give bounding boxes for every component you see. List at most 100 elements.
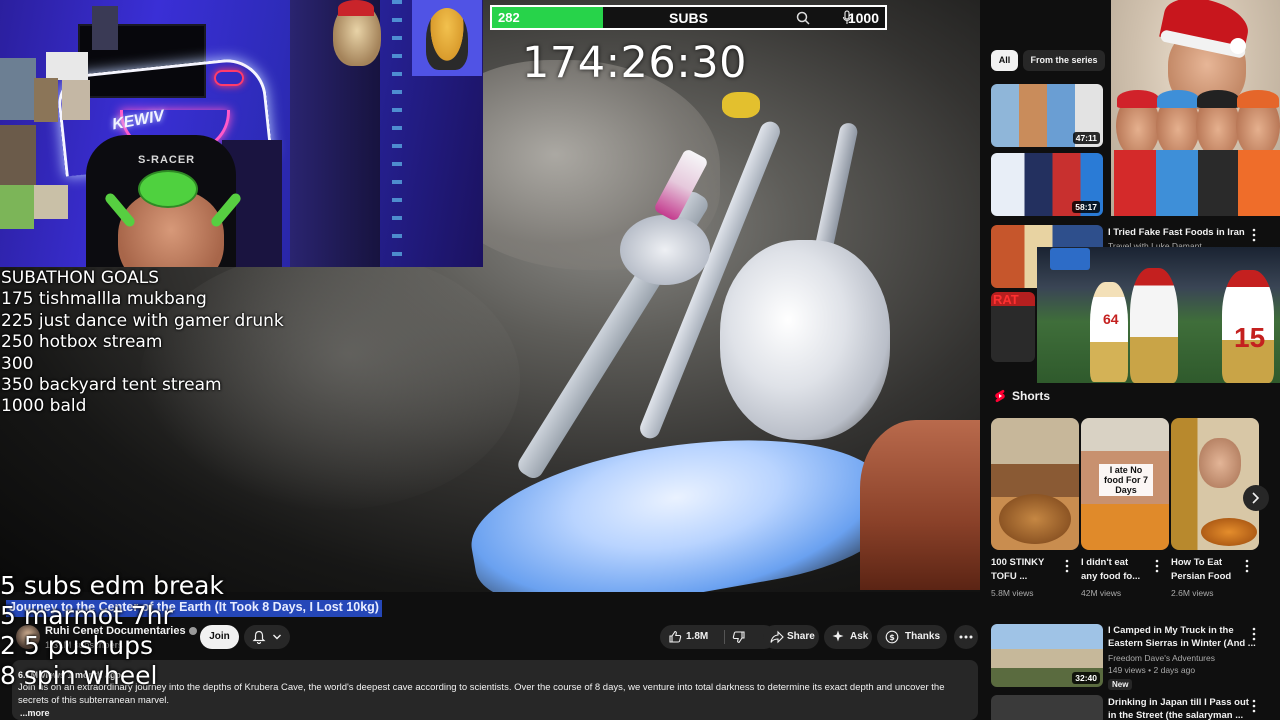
search-icon: [796, 11, 810, 25]
frog-hat: [140, 172, 196, 206]
collage-photo: [62, 80, 90, 120]
thanks-label: Thanks: [905, 631, 941, 642]
share-label: Share: [787, 631, 815, 642]
short-thumbnail[interactable]: [991, 418, 1079, 550]
collage-photo: [0, 125, 36, 185]
sparkle-icon: [832, 630, 844, 642]
video-thumbnail[interactable]: 32:40: [991, 624, 1103, 687]
player: [1090, 282, 1128, 382]
sub-reward-item: 2 5 pushups: [0, 631, 154, 660]
like-icon[interactable]: [668, 630, 682, 644]
more-vert-icon[interactable]: [1065, 559, 1069, 573]
goals-title: SUBATHON GOALS: [1, 268, 160, 288]
short-title[interactable]: I didn't eat: [1081, 557, 1128, 569]
kid-cap: [1237, 90, 1279, 108]
more-vert-icon[interactable]: [1252, 228, 1256, 242]
rec-channel[interactable]: Freedom Dave's Adventures: [1108, 653, 1215, 663]
chevron-right-icon: [1252, 492, 1260, 504]
video-thumbnail[interactable]: 47:11: [991, 84, 1103, 147]
dislike-icon[interactable]: [732, 630, 746, 644]
sub-goal-bar: 282 SUBS 1000: [490, 5, 887, 30]
broadcast-logo: [1050, 248, 1090, 270]
collage-photo: [34, 78, 58, 122]
divider: [724, 630, 725, 644]
short-title[interactable]: 100 STINKY: [991, 557, 1044, 569]
short-title[interactable]: How To Eat: [1171, 557, 1222, 569]
sub-reward-item: 5 subs edm break: [0, 571, 224, 600]
rec-title[interactable]: in the Street (the salaryman ...: [1108, 710, 1243, 720]
collage-photo: [92, 6, 118, 50]
collage-photo: [0, 185, 34, 229]
goal-item: 350 backyard tent stream: [1, 375, 222, 396]
more-vert-icon[interactable]: [1252, 699, 1256, 713]
new-badge: New: [1108, 679, 1133, 690]
rec-title[interactable]: I Camped in My Truck in the: [1108, 625, 1234, 637]
short-thumbnail[interactable]: [1171, 418, 1259, 550]
video-thumbnail[interactable]: RAT: [991, 292, 1035, 362]
sub-reward-item: 8 spin wheel: [0, 661, 158, 690]
short-views: 5.8M views: [991, 588, 1034, 598]
arm: [860, 420, 980, 590]
kid-cap: [1117, 90, 1159, 108]
more-icon: [959, 635, 973, 639]
goal-item: 250 hotbox stream: [1, 332, 163, 353]
chevron-down-icon: [273, 634, 281, 640]
svg-text:$: $: [889, 633, 895, 642]
neon-cloud: [214, 70, 244, 86]
chair-brand: S-RACER: [138, 154, 196, 166]
short-views: 42M views: [1081, 588, 1122, 598]
face: [1199, 438, 1241, 488]
duck-emote: [426, 8, 468, 70]
chip-from-the-series[interactable]: From the series: [1023, 50, 1105, 71]
more-vert-icon[interactable]: [1155, 559, 1159, 573]
rec-title[interactable]: I Tried Fake Fast Foods in Iran: [1108, 227, 1245, 239]
collage-photo: [34, 185, 68, 219]
video-thumbnail[interactable]: [991, 695, 1103, 720]
more-link[interactable]: ...more: [20, 708, 50, 718]
goal-item: 175 tishmallla mukbang: [1, 289, 207, 310]
jersey: [1156, 150, 1202, 216]
subscribed-bell-button[interactable]: [244, 625, 290, 649]
rec-title[interactable]: Eastern Sierras in Winter (And ...: [1108, 638, 1256, 650]
goal-item: 1000 bald: [1, 396, 87, 417]
thanks-button[interactable]: $ Thanks: [877, 625, 947, 649]
more-actions-button[interactable]: [954, 625, 978, 649]
rec-meta: 149 views • 2 days ago: [1108, 665, 1196, 675]
rec-title[interactable]: Drinking in Japan till I Pass out: [1108, 697, 1249, 709]
collage-photo: [0, 58, 36, 120]
climbing-device: [722, 92, 760, 118]
chip-all[interactable]: All: [991, 50, 1018, 71]
share-button[interactable]: Share: [763, 625, 819, 649]
short-title[interactable]: Persian Food: [1171, 571, 1231, 583]
like-count[interactable]: 1.8M: [686, 625, 708, 649]
short-title[interactable]: TOFU ...: [991, 571, 1027, 583]
screen: 174:26:30 282 SUBS 1000 KEWIV S-RACER SU…: [0, 0, 1280, 720]
short-views: 2.6M views: [1171, 588, 1214, 598]
duration-badge: 47:11: [1072, 132, 1100, 144]
sub-reward-list: 5 subs edm break 5 marmot 7hr 2 5 pushup…: [0, 571, 224, 691]
more-vert-icon[interactable]: [1252, 627, 1256, 641]
sub-bar-label: SUBS: [669, 10, 708, 26]
shorts-icon: [995, 389, 1005, 403]
short-title[interactable]: any food fo...: [1081, 571, 1140, 583]
goal-item: 225 just dance with gamer drunk: [1, 310, 284, 331]
subathon-timer: 174:26:30: [522, 38, 747, 88]
light-strip: [392, 0, 402, 267]
video-thumbnail[interactable]: 58:17: [991, 153, 1103, 216]
short-thumbnail[interactable]: I ate No food For 7 Days: [1081, 418, 1169, 550]
shorts-next-button[interactable]: [1243, 485, 1269, 511]
sub-goal-target: 1000: [847, 10, 879, 26]
kid-cap: [1157, 90, 1199, 108]
more-vert-icon[interactable]: [1245, 559, 1249, 573]
duration-badge: 58:17: [1072, 201, 1100, 213]
santa-hat-pompom: [1230, 38, 1246, 54]
player: [1130, 268, 1178, 383]
share-icon: [770, 630, 784, 644]
goal-item: 300: [1, 353, 34, 374]
thumbnail-text: RAT: [993, 292, 1019, 307]
rope-knot: [720, 240, 890, 440]
jersey-number: 64: [1103, 311, 1119, 327]
ask-button[interactable]: Ask: [824, 625, 872, 649]
like-dislike-group: 1.8M: [660, 625, 776, 649]
santa-hat: [338, 0, 374, 16]
